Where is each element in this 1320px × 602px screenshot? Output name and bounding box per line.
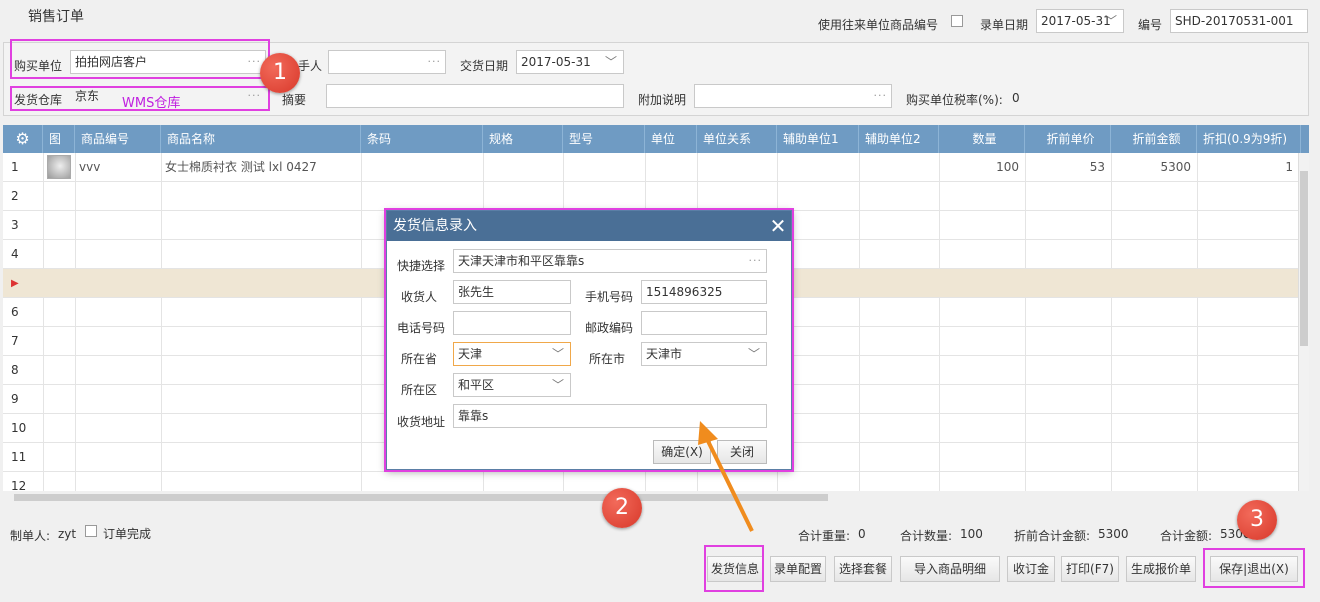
note-label: 附加说明	[638, 93, 687, 107]
postcode-label: 邮政编码	[585, 321, 634, 335]
more-icon[interactable]: ···	[248, 51, 262, 73]
grid-settings-button[interactable]: ⚙	[3, 125, 43, 153]
delivery-date-field[interactable]: 2017-05-31 ﹀	[516, 50, 624, 74]
chevron-down-icon: ﹀	[551, 347, 564, 361]
select-package-button[interactable]: 选择套餐	[834, 556, 892, 582]
quick-select-label: 快捷选择	[397, 259, 446, 273]
pre-discount-total-label: 折前合计金额:	[1014, 529, 1091, 543]
col-spec[interactable]: 规格	[483, 125, 563, 153]
quick-select-field[interactable]: 天津天津市和平区靠靠s ···	[453, 249, 767, 273]
col-model[interactable]: 型号	[563, 125, 645, 153]
dialog-title: 发货信息录入	[387, 211, 791, 241]
vertical-scrollbar[interactable]	[1298, 153, 1309, 491]
more-icon[interactable]: ···	[248, 85, 262, 107]
number-label: 编号	[1138, 18, 1163, 32]
total-weight-label: 合计重量:	[798, 529, 851, 543]
more-icon[interactable]: ···	[749, 250, 763, 272]
total-qty-label: 合计数量:	[900, 529, 953, 543]
make-quote-button[interactable]: 生成报价单	[1126, 556, 1196, 582]
shipping-info-button[interactable]: 发货信息	[707, 556, 763, 582]
step-badge-1: 1	[260, 53, 300, 93]
table-row[interactable]: 2	[3, 182, 1298, 211]
province-select[interactable]: 天津 ﹀	[453, 342, 571, 366]
city-label: 所在市	[589, 352, 626, 366]
entry-date-field[interactable]: 2017-05-31 ﹀	[1036, 9, 1124, 33]
col-qty[interactable]: 数量	[939, 125, 1025, 153]
chevron-down-icon: ﹀	[747, 347, 760, 361]
buyer-field[interactable]: 拍拍网店客户 ···	[70, 50, 266, 74]
col-discount[interactable]: 折扣(0.9为9折)	[1197, 125, 1301, 153]
entry-date-label: 录单日期	[980, 18, 1029, 32]
col-barcode[interactable]: 条码	[361, 125, 483, 153]
col-aux-unit2[interactable]: 辅助单位2	[859, 125, 939, 153]
col-aux-unit1[interactable]: 辅助单位1	[777, 125, 859, 153]
print-button[interactable]: 打印(F7)	[1061, 556, 1119, 582]
receiver-label: 收货人	[401, 290, 438, 304]
col-unit-relation[interactable]: 单位关系	[697, 125, 777, 153]
tax-value: 0	[1012, 91, 1020, 105]
window-title: 销售订单	[28, 9, 84, 25]
handler-field[interactable]: ···	[328, 50, 446, 74]
chevron-down-icon: ﹀	[1104, 14, 1117, 28]
total-qty-value: 100	[960, 527, 983, 541]
handler-label: 手人	[298, 59, 323, 73]
postcode-field[interactable]	[641, 311, 767, 335]
district-label: 所在区	[401, 383, 438, 397]
col-price[interactable]: 折前单价	[1025, 125, 1111, 153]
district-select[interactable]: 和平区 ﹀	[453, 373, 571, 397]
total-weight-value: 0	[858, 527, 866, 541]
col-amount[interactable]: 折前金额	[1111, 125, 1197, 153]
save-exit-button[interactable]: 保存|退出(X)	[1210, 556, 1298, 582]
product-thumbnail	[47, 155, 71, 179]
step-badge-3: 3	[1237, 500, 1277, 540]
pre-discount-total-value: 5300	[1098, 527, 1129, 541]
col-name[interactable]: 商品名称	[161, 125, 361, 153]
use-unit-code-label: 使用往来单位商品编号	[818, 18, 939, 32]
chevron-down-icon: ﹀	[551, 378, 564, 392]
annotation-arrow	[698, 421, 754, 532]
current-row-icon: ▶	[11, 278, 19, 289]
col-image[interactable]: 图	[43, 125, 75, 153]
warehouse-annotation: WMS仓库	[122, 96, 181, 111]
mobile-field[interactable]: 1514896325	[641, 280, 767, 304]
phone-label: 电话号码	[397, 321, 446, 335]
province-label: 所在省	[401, 352, 438, 366]
chevron-down-icon: ﹀	[604, 55, 617, 69]
col-unit[interactable]: 单位	[645, 125, 697, 153]
import-details-button[interactable]: 导入商品明细	[900, 556, 1000, 582]
number-field[interactable]: SHD-20170531-001	[1170, 9, 1308, 33]
vertical-scroll-thumb[interactable]	[1300, 171, 1308, 346]
city-select[interactable]: 天津市 ﹀	[641, 342, 767, 366]
use-unit-code-checkbox[interactable]	[951, 15, 963, 27]
receiver-field[interactable]: 张先生	[453, 280, 571, 304]
buyer-label: 购买单位	[14, 59, 63, 73]
order-done-checkbox[interactable]	[85, 525, 97, 537]
close-icon[interactable]: ✕	[767, 213, 789, 239]
entry-config-button[interactable]: 录单配置	[770, 556, 826, 582]
total-amount-label: 合计金额:	[1160, 529, 1213, 543]
step-badge-2: 2	[602, 488, 642, 528]
delivery-date-label: 交货日期	[460, 59, 509, 73]
table-row[interactable]: 12	[3, 472, 1298, 491]
address-label: 收货地址	[397, 415, 446, 429]
grid-header: ⚙ 图 商品编号 商品名称 条码 规格 型号 单位 单位关系 辅助单位1 辅助单…	[3, 125, 1309, 153]
summary-label: 摘要	[282, 93, 307, 107]
tax-label: 购买单位税率(%):	[906, 93, 1003, 107]
note-field[interactable]: ···	[694, 84, 892, 108]
more-icon[interactable]: ···	[874, 85, 888, 107]
gear-icon: ⚙	[15, 129, 30, 148]
warehouse-label: 发货仓库	[14, 93, 63, 107]
col-code[interactable]: 商品编号	[75, 125, 161, 153]
order-done-label: 订单完成	[103, 527, 152, 541]
more-icon[interactable]: ···	[428, 51, 442, 73]
mobile-label: 手机号码	[585, 290, 634, 304]
maker-label: 制单人:	[10, 529, 51, 543]
table-row[interactable]: 1 vvv 女士棉质衬衣 测试 lxl 0427 100 53 5300 1	[3, 153, 1298, 182]
maker-value: zyt	[58, 527, 77, 541]
phone-field[interactable]	[453, 311, 571, 335]
collect-deposit-button[interactable]: 收订金	[1007, 556, 1055, 582]
summary-field[interactable]	[326, 84, 624, 108]
